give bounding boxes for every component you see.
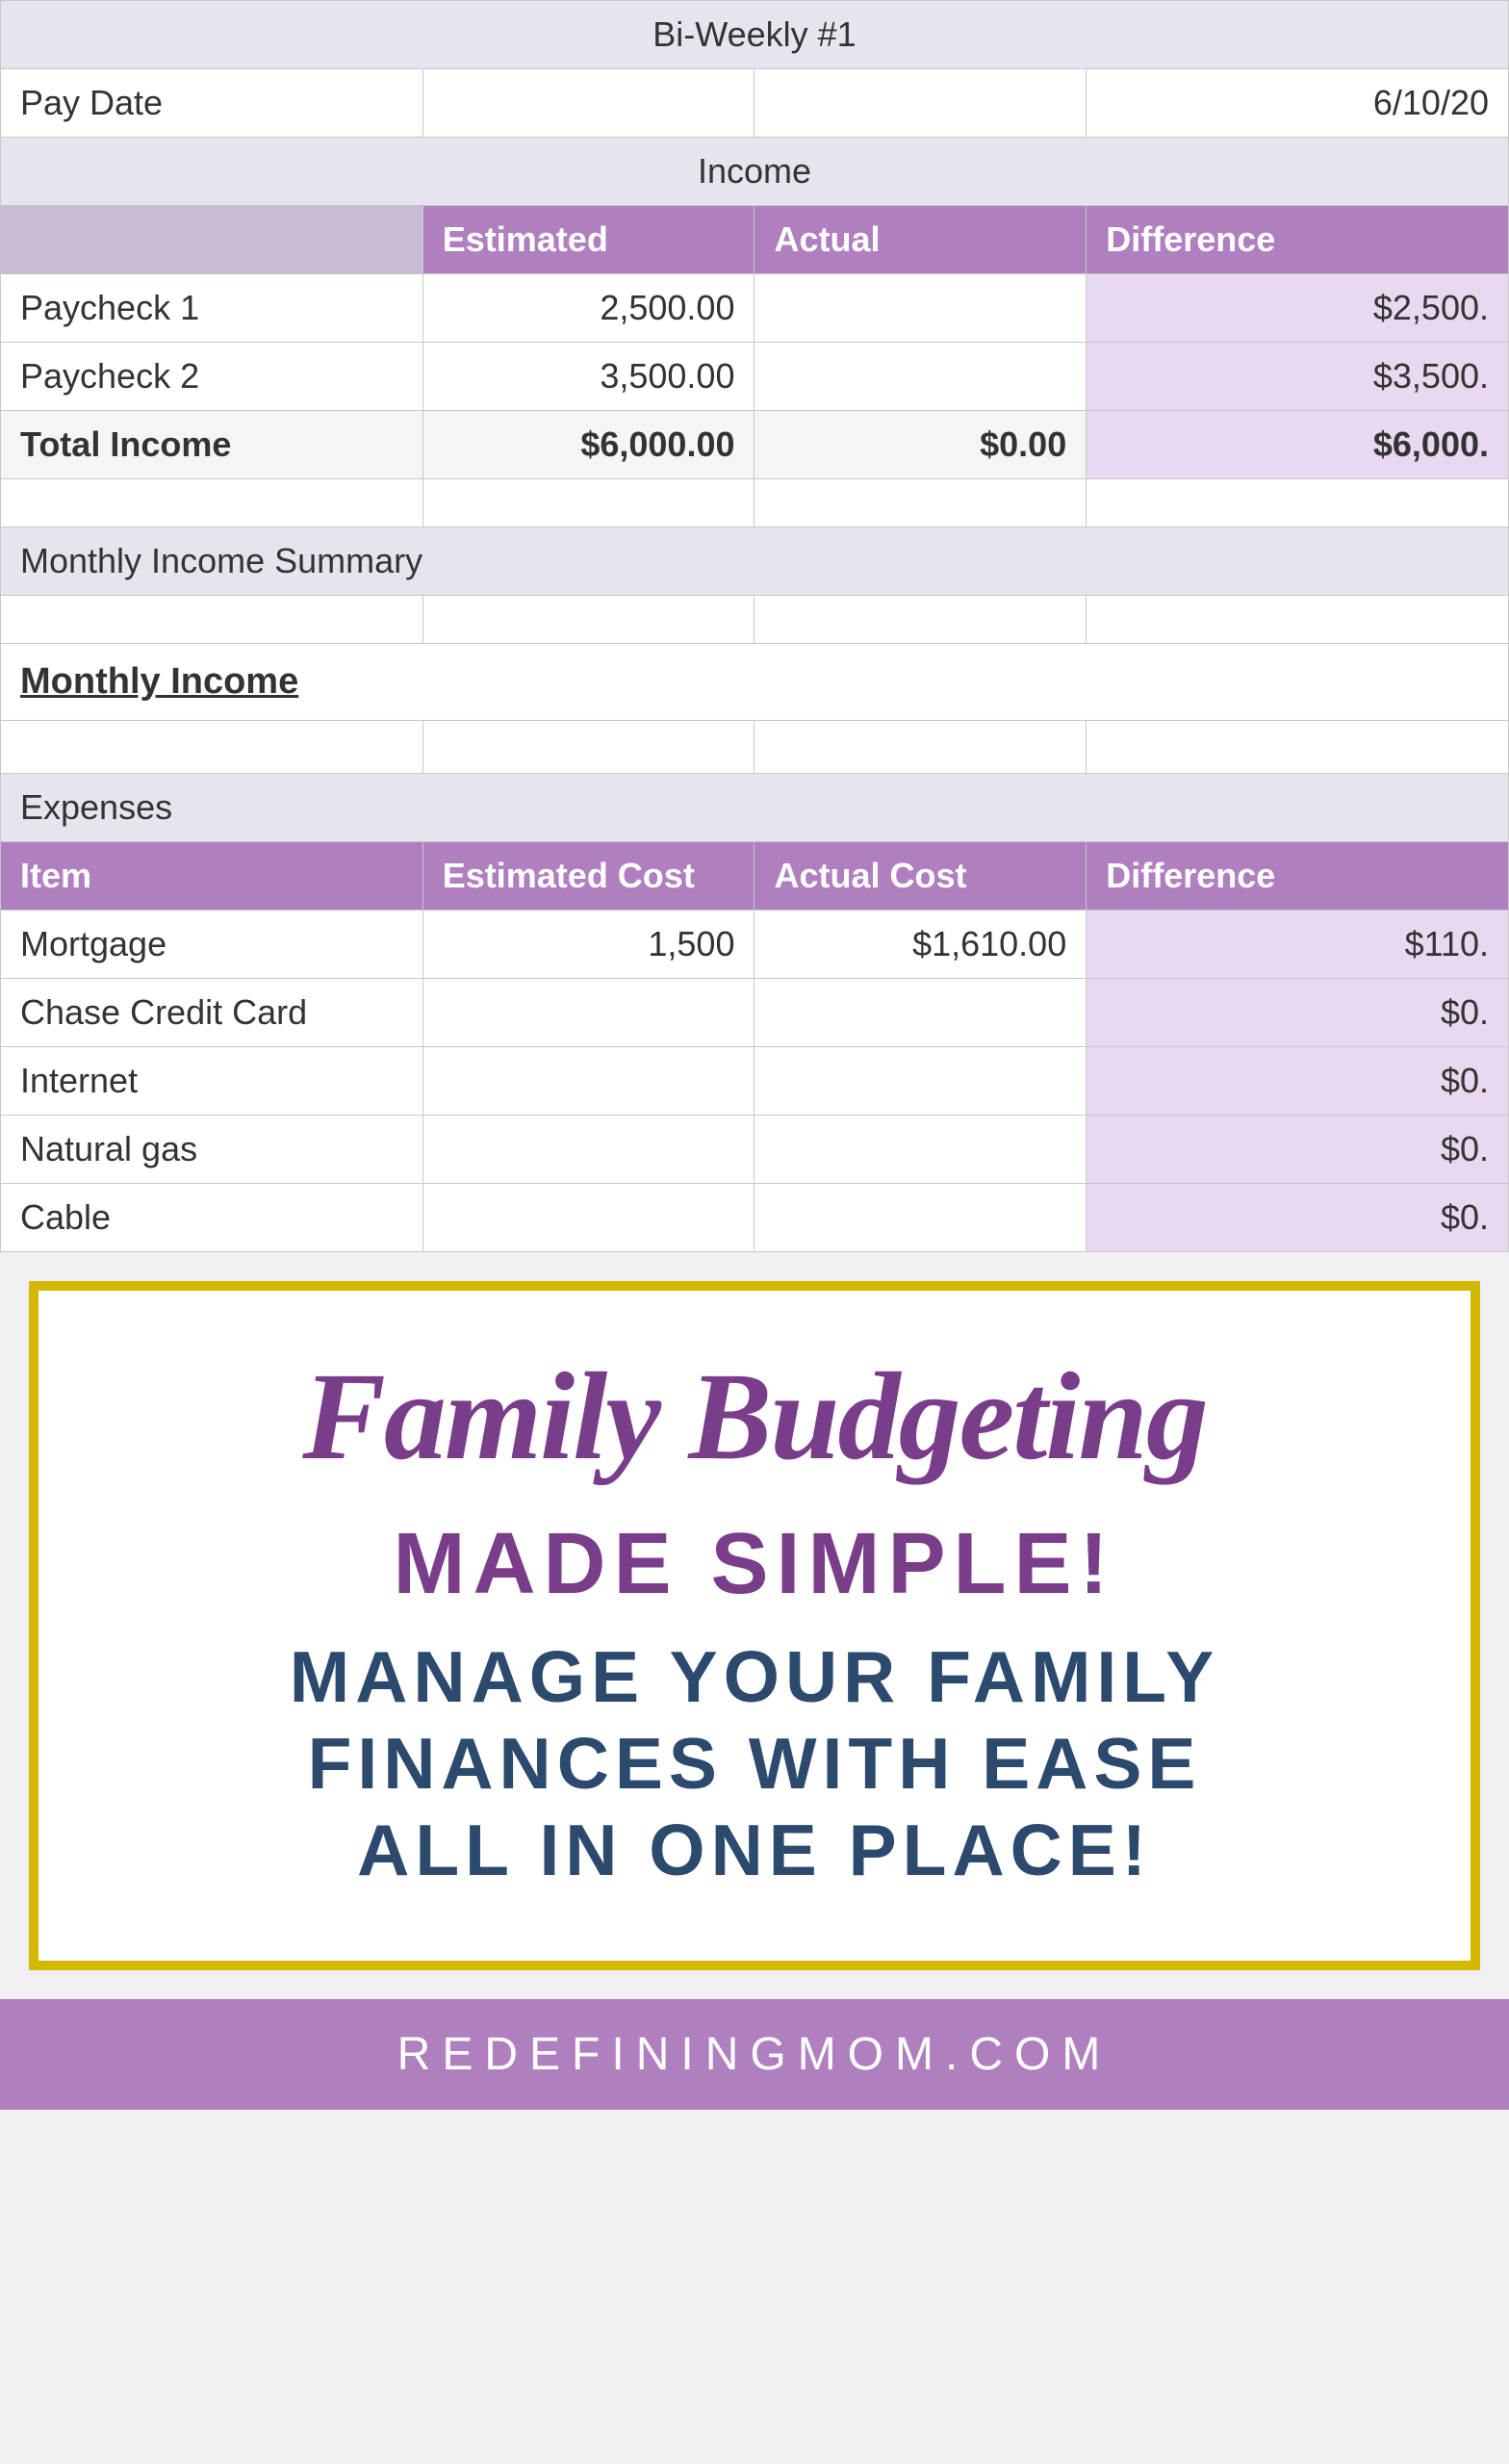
expense-chase-difference: $0.: [1087, 979, 1509, 1047]
paycheck2-row: Paycheck 2 3,500.00 $3,500.: [1, 343, 1509, 411]
footer-text: REDEFININGMOM.COM: [397, 2029, 1113, 2080]
paycheck2-estimated: 3,500.00: [422, 343, 754, 411]
expense-internet-difference: $0.: [1087, 1047, 1509, 1116]
expense-naturalgas-label: Natural gas: [1, 1116, 423, 1184]
biweekly-label: Bi-Weekly #1: [1, 1, 1509, 69]
paydate-label: Pay Date: [1, 69, 423, 138]
paycheck2-actual: [754, 343, 1087, 411]
expense-chase-row: Chase Credit Card $0.: [1, 979, 1509, 1047]
paycheck1-label: Paycheck 1: [1, 274, 423, 343]
biweekly-row: Bi-Weekly #1: [1, 1, 1509, 69]
expense-naturalgas-difference: $0.: [1087, 1116, 1509, 1184]
expenses-section-row: Expenses: [1, 774, 1509, 842]
promo-body-line1: MANAGE YOUR FAMILY: [290, 1636, 1219, 1717]
income-section-label: Income: [1, 138, 1509, 206]
exp-col-actual-cost: Actual Cost: [754, 842, 1087, 911]
empty-data-row: [1, 721, 1509, 774]
paycheck1-actual: [754, 274, 1087, 343]
monthly-summary-row: Monthly Income Summary: [1, 527, 1509, 596]
paycheck2-difference: $3,500.: [1087, 343, 1509, 411]
total-income-row: Total Income $6,000.00 $0.00 $6,000.: [1, 411, 1509, 479]
promo-section: Family Budgeting MADE SIMPLE! MANAGE YOU…: [29, 1281, 1480, 1970]
paycheck1-estimated: 2,500.00: [422, 274, 754, 343]
total-income-label: Total Income: [1, 411, 423, 479]
expenses-col-headers-row: Item Estimated Cost Actual Cost Differen…: [1, 842, 1509, 911]
exp-col-item: Item: [1, 842, 423, 911]
monthly-summary-label: Monthly Income Summary: [1, 527, 1509, 596]
income-section-row: Income: [1, 138, 1509, 206]
promo-body-line3: ALL IN ONE PLACE!: [357, 1810, 1152, 1890]
paycheck1-row: Paycheck 1 2,500.00 $2,500.: [1, 274, 1509, 343]
promo-title: Family Budgeting: [87, 1348, 1422, 1486]
income-col-headers-row: Estimated Actual Difference: [1, 206, 1509, 274]
spacer-row-1: [1, 479, 1509, 527]
monthly-income-label: Monthly Income: [1, 644, 1509, 721]
expense-mortgage-row: Mortgage 1,500 $1,610.00 $110.: [1, 911, 1509, 979]
expense-naturalgas-row: Natural gas $0.: [1, 1116, 1509, 1184]
expense-mortgage-actual: $1,610.00: [754, 911, 1087, 979]
exp-col-estimated-cost: Estimated Cost: [422, 842, 754, 911]
footer: REDEFININGMOM.COM: [0, 1999, 1509, 2110]
expense-chase-estimated: [422, 979, 754, 1047]
promo-body: MANAGE YOUR FAMILY FINANCES WITH EASE AL…: [87, 1633, 1422, 1893]
total-income-actual: $0.00: [754, 411, 1087, 479]
promo-body-line2: FINANCES WITH EASE: [308, 1723, 1202, 1804]
expense-cable-difference: $0.: [1087, 1184, 1509, 1252]
col-estimated: Estimated: [422, 206, 754, 274]
expense-internet-label: Internet: [1, 1047, 423, 1116]
expense-mortgage-label: Mortgage: [1, 911, 423, 979]
total-income-difference: $6,000.: [1087, 411, 1509, 479]
expense-mortgage-estimated: 1,500: [422, 911, 754, 979]
paycheck2-label: Paycheck 2: [1, 343, 423, 411]
spreadsheet-section: Bi-Weekly #1 Pay Date 6/10/20 Income Est…: [0, 0, 1509, 1252]
col-difference: Difference: [1087, 206, 1509, 274]
paydate-value: 6/10/20: [1087, 69, 1509, 138]
col-actual: Actual: [754, 206, 1087, 274]
expense-cable-label: Cable: [1, 1184, 423, 1252]
expense-chase-label: Chase Credit Card: [1, 979, 423, 1047]
promo-subtitle: MADE SIMPLE!: [87, 1515, 1422, 1614]
expense-mortgage-difference: $110.: [1087, 911, 1509, 979]
expense-internet-row: Internet $0.: [1, 1047, 1509, 1116]
expense-cable-row: Cable $0.: [1, 1184, 1509, 1252]
monthly-income-row: Monthly Income: [1, 644, 1509, 721]
expense-chase-actual: [754, 979, 1087, 1047]
total-income-estimated: $6,000.00: [422, 411, 754, 479]
paydate-row: Pay Date 6/10/20: [1, 69, 1509, 138]
expenses-section-label: Expenses: [1, 774, 1509, 842]
paycheck1-difference: $2,500.: [1087, 274, 1509, 343]
exp-col-difference: Difference: [1087, 842, 1509, 911]
spacer-row-2: [1, 596, 1509, 644]
